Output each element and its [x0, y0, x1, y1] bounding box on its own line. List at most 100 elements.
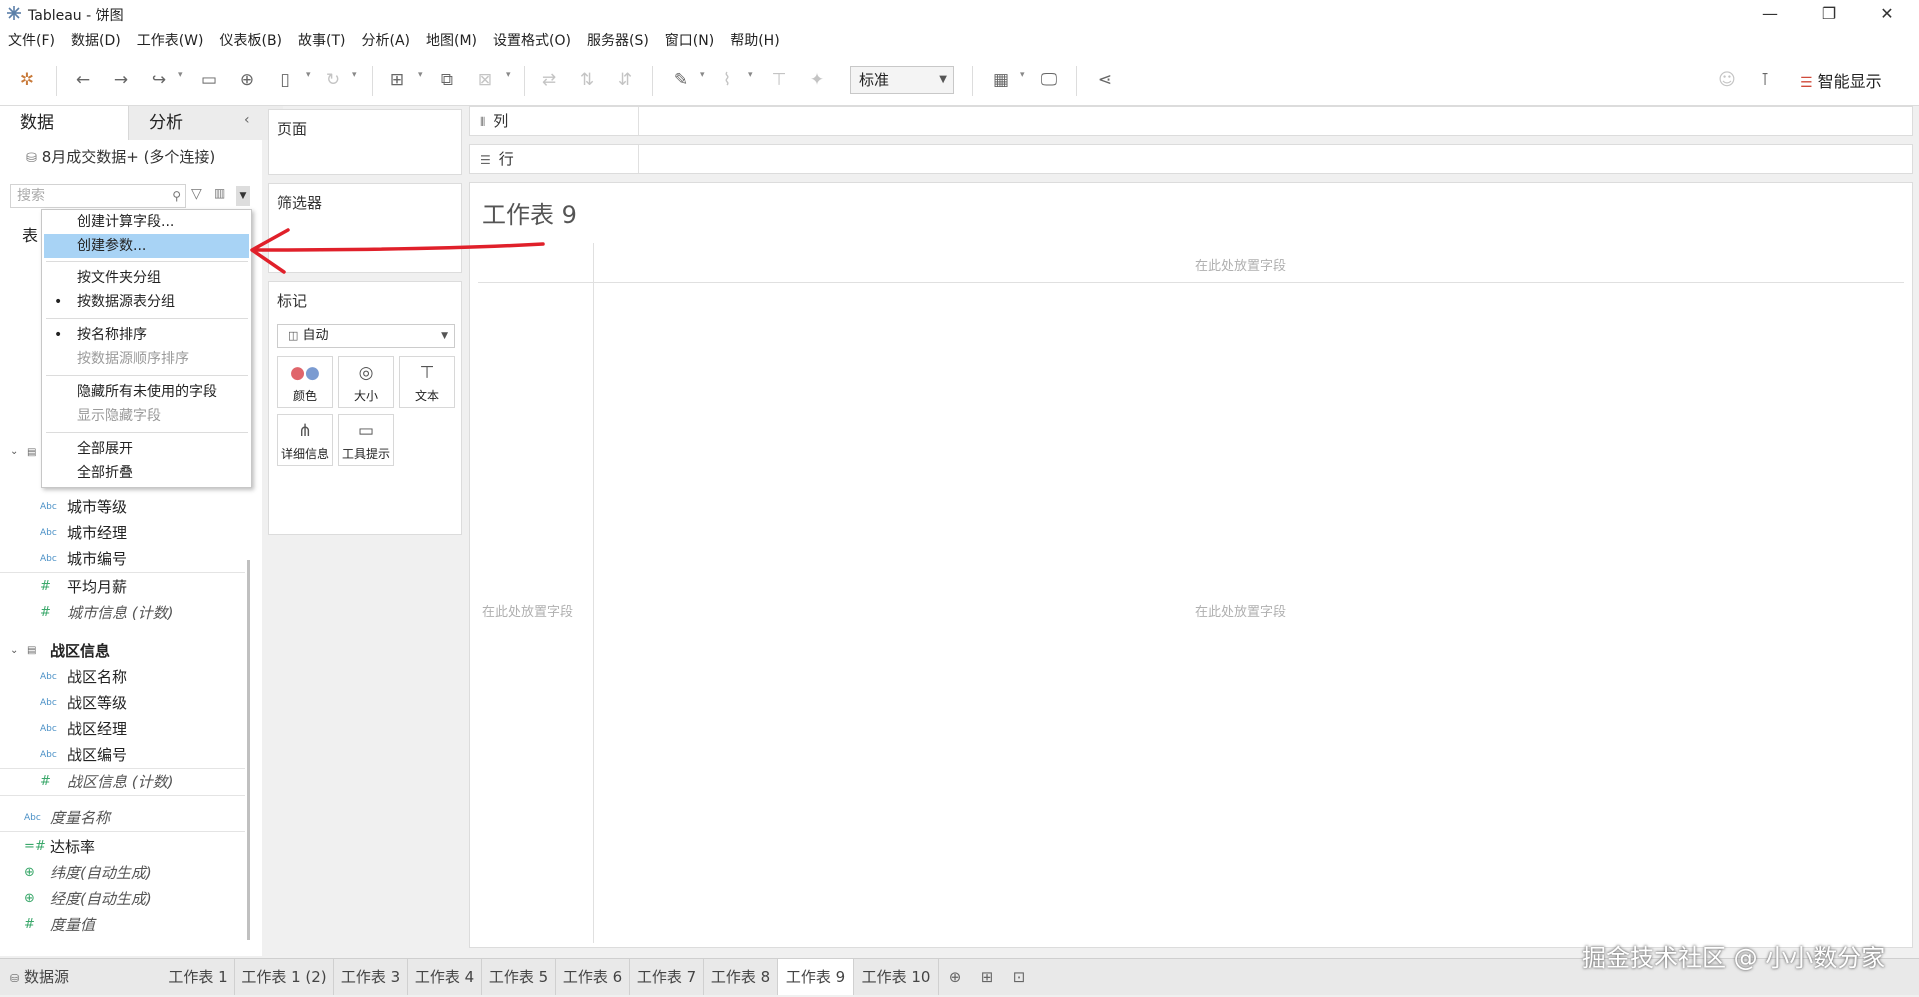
collapse-pane-icon[interactable]: ‹: [244, 112, 250, 128]
field-row[interactable]: Abc 城市经理: [0, 520, 245, 546]
field-row[interactable]: Abc 度量名称: [0, 805, 245, 832]
swap-icon[interactable]: ⇄: [536, 68, 562, 92]
tab-sheet-8[interactable]: 工作表 8: [704, 959, 778, 995]
smart-show-button[interactable]: ☰ 智能显示: [1800, 68, 1882, 92]
menu-item-group-by-table[interactable]: • 按数据源表分组: [44, 290, 249, 314]
menu-file[interactable]: 文件(F): [0, 28, 63, 54]
menu-item-group-by-folder[interactable]: 按文件夹分组: [44, 266, 249, 290]
menu-data[interactable]: 数据(D): [63, 28, 129, 54]
save-icon[interactable]: ▭: [196, 68, 222, 92]
field-row[interactable]: Abc 战区经理: [0, 716, 245, 742]
tab-sheet-1-2[interactable]: 工作表 1 (2): [235, 959, 334, 995]
close-button[interactable]: ✕: [1864, 2, 1910, 26]
field-row[interactable]: Abc 战区编号: [0, 742, 245, 769]
menu-item-show-hidden-fields[interactable]: 显示隐藏字段: [44, 404, 249, 428]
mark-type-select[interactable]: ◫ 自动 ▼: [277, 324, 455, 348]
search-input[interactable]: 搜索 ⚲: [10, 184, 186, 208]
field-row[interactable]: Abc 城市编号: [0, 546, 245, 573]
menu-item-collapse-all[interactable]: 全部折叠: [44, 461, 249, 485]
refresh-icon[interactable]: ↻: [320, 68, 346, 92]
tab-sheet-9[interactable]: 工作表 9: [778, 959, 854, 995]
show-cards-icon[interactable]: ▦: [988, 68, 1014, 92]
redo-icon[interactable]: →: [108, 68, 134, 92]
menu-story[interactable]: 故事(T): [290, 28, 353, 54]
text-button[interactable]: ⊤ 文本: [399, 356, 455, 408]
menu-analysis[interactable]: 分析(A): [354, 28, 419, 54]
clear-sheet-icon[interactable]: ⊠: [472, 68, 498, 92]
rows-shelf[interactable]: ☰ 行: [469, 144, 1913, 174]
tab-sheet-10[interactable]: 工作表 10: [854, 959, 939, 995]
menu-worksheet[interactable]: 工作表(W): [129, 28, 212, 54]
tab-data[interactable]: 数据: [0, 106, 148, 140]
pause-updates-icon[interactable]: ▯: [272, 68, 298, 92]
sort-desc-icon[interactable]: ⇵: [612, 68, 638, 92]
tableau-home-icon[interactable]: ✲: [14, 68, 40, 92]
menu-item-create-calculated-field[interactable]: 创建计算字段...: [44, 210, 249, 234]
color-button[interactable]: ●● 颜色: [277, 356, 333, 408]
field-row[interactable]: # 战区信息 (计数): [0, 769, 245, 796]
tab-sheet-3[interactable]: 工作表 3: [334, 959, 408, 995]
datasource-item[interactable]: ⛁ 8月成交数据+ (多个连接): [26, 146, 215, 167]
data-pane-scrollbar[interactable]: [247, 560, 250, 940]
filter-icon[interactable]: ▽: [191, 186, 202, 202]
format-icon[interactable]: ⊺: [1752, 68, 1778, 92]
minimize-button[interactable]: —: [1747, 2, 1793, 26]
menu-item-expand-all[interactable]: 全部展开: [44, 437, 249, 461]
field-row[interactable]: ⊕ 纬度(自动生成): [0, 860, 245, 886]
menu-window[interactable]: 窗口(N): [657, 28, 722, 54]
columns-drop-zone[interactable]: 在此处放置字段: [1195, 255, 1286, 274]
new-worksheet-icon[interactable]: ⊕: [940, 959, 970, 995]
replay-icon[interactable]: ↪: [146, 68, 172, 92]
duplicate-sheet-icon[interactable]: ⧉: [434, 68, 460, 92]
ask-data-icon[interactable]: ☺: [1714, 68, 1740, 92]
menu-server[interactable]: 服务器(S): [579, 28, 657, 54]
sort-asc-icon[interactable]: ⇅: [574, 68, 600, 92]
tab-sheet-1[interactable]: 工作表 1: [162, 959, 235, 995]
group-icon[interactable]: ⌇: [714, 68, 740, 92]
group-collapse-icon[interactable]: ⌄: [10, 446, 18, 457]
field-row[interactable]: # 城市信息 (计数): [0, 600, 245, 626]
new-story-icon[interactable]: ⊡: [1004, 959, 1034, 995]
menu-map[interactable]: 地图(M): [418, 28, 485, 54]
field-row[interactable]: Abc 战区名称: [0, 664, 245, 690]
menu-item-sort-by-name[interactable]: • 按名称排序: [44, 323, 249, 347]
canvas-drop-zone[interactable]: 在此处放置字段: [1195, 601, 1286, 620]
pin-icon[interactable]: ✦: [804, 68, 830, 92]
undo-icon[interactable]: ←: [70, 68, 96, 92]
menu-item-hide-unused-fields[interactable]: 隐藏所有未使用的字段: [44, 380, 249, 404]
rows-drop-zone[interactable]: 在此处放置字段: [482, 601, 573, 620]
tab-sheet-4[interactable]: 工作表 4: [408, 959, 482, 995]
field-row[interactable]: Abc 城市等级: [0, 494, 245, 520]
new-worksheet-icon[interactable]: ⊞: [384, 68, 410, 92]
pages-shelf[interactable]: 页面: [268, 109, 462, 175]
tooltip-button[interactable]: ▭ 工具提示: [338, 414, 394, 466]
menu-dashboard[interactable]: 仪表板(B): [211, 28, 290, 54]
tab-sheet-5[interactable]: 工作表 5: [482, 959, 556, 995]
presentation-mode-icon[interactable]: 🖵: [1036, 68, 1062, 92]
field-group-header[interactable]: ⌄ ▤ 战区信息: [0, 638, 245, 664]
tab-analysis[interactable]: 分析: [128, 106, 283, 140]
columns-shelf[interactable]: ⦀ 列: [469, 106, 1913, 136]
menu-format[interactable]: 设置格式(O): [485, 28, 579, 54]
field-row[interactable]: ⊕ 经度(自动生成): [0, 886, 245, 912]
menu-help[interactable]: 帮助(H): [722, 28, 787, 54]
highlight-icon[interactable]: ✎: [668, 68, 694, 92]
labels-icon[interactable]: ⊤: [766, 68, 792, 92]
tab-sheet-6[interactable]: 工作表 6: [556, 959, 630, 995]
tab-sheet-7[interactable]: 工作表 7: [630, 959, 704, 995]
size-button[interactable]: ◎ 大小: [338, 356, 394, 408]
menu-item-create-parameter[interactable]: 创建参数...: [44, 234, 249, 258]
detail-button[interactable]: ⋔ 详细信息: [277, 414, 333, 466]
new-dashboard-icon[interactable]: ⊞: [972, 959, 1002, 995]
menu-item-sort-by-source-order[interactable]: 按数据源顺序排序: [44, 347, 249, 371]
field-row[interactable]: # 度量值: [0, 912, 245, 938]
field-row[interactable]: Abc 战区等级: [0, 690, 245, 716]
field-row[interactable]: # 平均月薪: [0, 574, 245, 600]
restore-button[interactable]: ❐: [1806, 2, 1852, 26]
share-icon[interactable]: ⋖: [1092, 68, 1118, 92]
view-options-button[interactable]: ▥ ▼: [214, 186, 250, 206]
view-size-select[interactable]: 标准 ▼: [850, 66, 954, 94]
tab-datasource[interactable]: ⛁ 数据源: [0, 959, 160, 995]
new-datasource-icon[interactable]: ⊕: [234, 68, 260, 92]
field-row[interactable]: =# 达标率: [0, 834, 245, 860]
